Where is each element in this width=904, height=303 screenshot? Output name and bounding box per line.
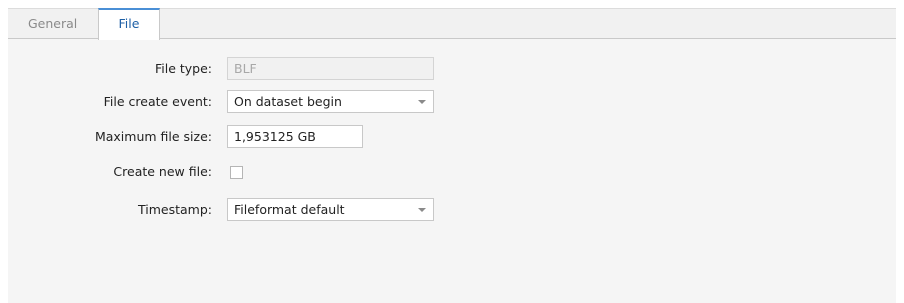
file-type-value: BLF <box>234 61 257 76</box>
file-type-label: File type: <box>154 61 212 76</box>
file-settings-panel: General File File type: BLF File create … <box>8 8 896 303</box>
timestamp-value: Fileformat default <box>234 202 345 217</box>
file-create-event-dropdown[interactable]: On dataset begin <box>227 90 434 113</box>
tab-file[interactable]: File <box>98 8 160 40</box>
create-new-file-checkbox[interactable] <box>230 166 243 179</box>
file-create-event-value: On dataset begin <box>234 94 342 109</box>
file-type-field: BLF <box>227 57 434 80</box>
timestamp-label: Timestamp: <box>138 202 212 217</box>
tab-strip: General File <box>8 8 896 40</box>
max-file-size-label: Maximum file size: <box>94 129 212 144</box>
max-file-size-input[interactable]: 1,953125 GB <box>227 125 363 148</box>
tab-general[interactable]: General <box>18 9 87 40</box>
timestamp-dropdown[interactable]: Fileformat default <box>227 198 434 221</box>
chevron-down-icon[interactable] <box>418 100 426 104</box>
file-create-event-label: File create event: <box>103 94 212 109</box>
max-file-size-value: 1,953125 GB <box>234 129 316 144</box>
chevron-down-icon[interactable] <box>418 208 426 212</box>
create-new-file-label: Create new file: <box>113 164 212 179</box>
